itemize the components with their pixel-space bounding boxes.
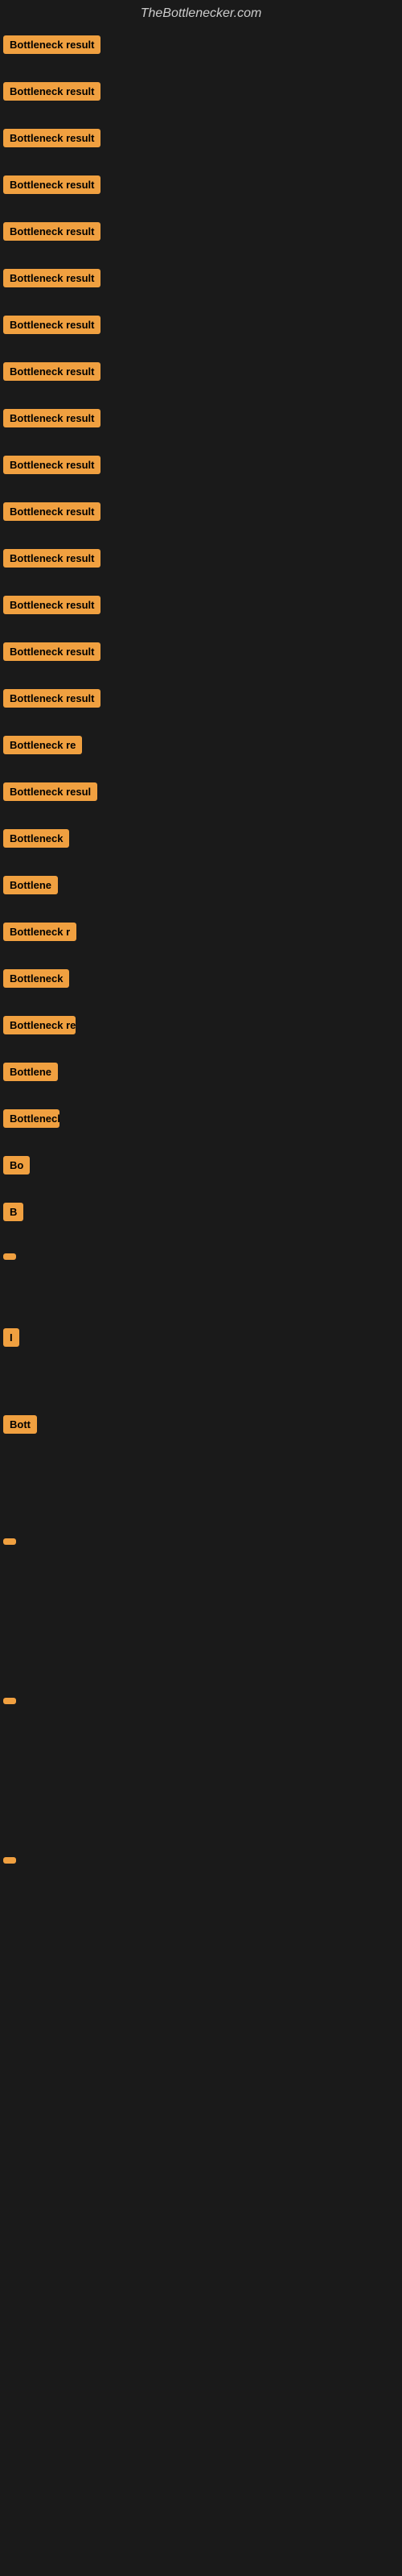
bottleneck-label-4: Bottleneck result [3,175,100,194]
site-title-bar: TheBottlenecker.com [0,0,402,27]
bottleneck-item-3: Bottleneck result [0,129,402,151]
bottleneck-item-20: Bottleneck r [0,923,402,945]
bottleneck-list: Bottleneck result Bottleneck result Bottle… [0,27,402,2037]
bottleneck-item-17: Bottleneck resul [0,782,402,805]
bottleneck-item-13: Bottleneck result [0,596,402,618]
bottleneck-label-12: Bottleneck result [3,549,100,568]
bottleneck-label-7: Bottleneck result [3,316,100,334]
bottleneck-item-11: Bottleneck result [0,502,402,525]
bottleneck-label-25: Bo [3,1156,30,1174]
bottleneck-label-28: I [3,1328,19,1347]
bottleneck-label-17: Bottleneck resul [3,782,97,801]
bottleneck-label-24: Bottleneck [3,1109,59,1128]
bottleneck-item-12: Bottleneck result [0,549,402,572]
bottleneck-item-4: Bottleneck result [0,175,402,198]
bottleneck-label-26: B [3,1203,23,1221]
bottleneck-label-20: Bottleneck r [3,923,76,941]
bottleneck-item-10: Bottleneck result [0,456,402,478]
bottleneck-item-29: Bott [0,1415,402,1438]
bottleneck-label-31 [3,1698,16,1704]
bottleneck-item-21: Bottleneck [0,969,402,992]
bottleneck-item-23: Bottlene [0,1063,402,1085]
bottleneck-item-2: Bottleneck result [0,82,402,105]
bottleneck-label-3: Bottleneck result [3,129,100,147]
bottleneck-label-18: Bottleneck [3,829,69,848]
bottleneck-item-6: Bottleneck result [0,269,402,291]
bottleneck-label-19: Bottlene [3,876,58,894]
site-title: TheBottlenecker.com [0,0,402,27]
bottleneck-label-1: Bottleneck result [3,35,100,54]
bottleneck-label-29: Bott [3,1415,37,1434]
bottleneck-item-14: Bottleneck result [0,642,402,665]
bottleneck-item-1: Bottleneck result [0,35,402,58]
bottleneck-label-8: Bottleneck result [3,362,100,381]
bottleneck-item-8: Bottleneck result [0,362,402,385]
bottleneck-label-13: Bottleneck result [3,596,100,614]
bottleneck-item-26: B [0,1203,402,1225]
bottleneck-label-23: Bottlene [3,1063,58,1081]
bottleneck-item-5: Bottleneck result [0,222,402,245]
bottleneck-item-9: Bottleneck result [0,409,402,431]
bottleneck-item-16: Bottleneck re [0,736,402,758]
bottleneck-label-6: Bottleneck result [3,269,100,287]
bottleneck-label-10: Bottleneck result [3,456,100,474]
bottleneck-item-31 [0,1694,402,1708]
bottleneck-item-27 [0,1249,402,1264]
bottleneck-label-14: Bottleneck result [3,642,100,661]
bottleneck-label-15: Bottleneck result [3,689,100,708]
bottleneck-item-25: Bo [0,1156,402,1179]
bottleneck-label-16: Bottleneck re [3,736,82,754]
bottleneck-item-22: Bottleneck re [0,1016,402,1038]
bottleneck-label-27 [3,1253,16,1260]
bottleneck-label-32 [3,1857,16,1864]
bottleneck-label-2: Bottleneck result [3,82,100,101]
bottleneck-item-18: Bottleneck [0,829,402,852]
bottleneck-label-5: Bottleneck result [3,222,100,241]
bottleneck-label-21: Bottleneck [3,969,69,988]
bottleneck-item-19: Bottlene [0,876,402,898]
bottleneck-item-30 [0,1534,402,1549]
bottleneck-label-9: Bottleneck result [3,409,100,427]
bottleneck-item-28: I [0,1328,402,1351]
bottleneck-label-22: Bottleneck re [3,1016,76,1034]
bottleneck-item-15: Bottleneck result [0,689,402,712]
bottleneck-item-7: Bottleneck result [0,316,402,338]
bottleneck-label-30 [3,1538,16,1545]
bottleneck-item-32 [0,1853,402,1868]
bottleneck-label-11: Bottleneck result [3,502,100,521]
bottleneck-item-24: Bottleneck [0,1109,402,1132]
